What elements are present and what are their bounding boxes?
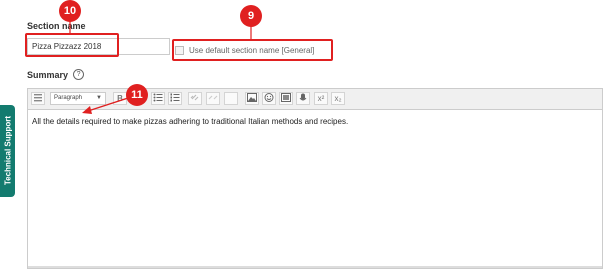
toolbar-toggle-icon[interactable] xyxy=(31,92,45,105)
numbered-list-icon[interactable] xyxy=(168,92,182,105)
editor-bottom-border xyxy=(28,266,602,268)
paragraph-select-value: Paragraph xyxy=(54,95,83,101)
summary-editor[interactable]: Paragraph ▼ B x² x₂ All the details requ… xyxy=(27,88,603,269)
annotation-badge-9: 9 xyxy=(240,5,262,27)
section-name-label: Section name xyxy=(27,21,86,31)
blank-button[interactable] xyxy=(224,92,238,105)
media-icon[interactable] xyxy=(279,92,293,105)
bold-button[interactable]: B xyxy=(113,92,127,105)
chevron-down-icon: ▼ xyxy=(96,95,102,101)
record-audio-icon[interactable] xyxy=(296,92,310,105)
unlink-icon[interactable] xyxy=(206,92,220,105)
bullet-list-icon[interactable] xyxy=(151,92,165,105)
summary-content[interactable]: All the details required to make pizzas … xyxy=(32,117,348,126)
technical-support-label: Technical Support xyxy=(3,115,13,186)
superscript-button[interactable]: x² xyxy=(314,92,328,105)
subscript-button[interactable]: x₂ xyxy=(331,92,345,105)
technical-support-tab[interactable]: Technical Support xyxy=(0,105,15,197)
emoticon-icon[interactable] xyxy=(262,92,276,105)
image-icon[interactable] xyxy=(245,92,259,105)
help-icon[interactable]: ? xyxy=(73,69,85,80)
link-icon[interactable] xyxy=(188,92,202,105)
summary-label: Summary ? xyxy=(27,69,85,80)
annotation-badge-11: 11 xyxy=(126,84,148,106)
summary-label-text: Summary xyxy=(27,69,69,80)
editor-toolbar: Paragraph ▼ B x² x₂ xyxy=(28,89,602,110)
paragraph-select[interactable]: Paragraph ▼ xyxy=(50,92,106,105)
annotation-badge-10: 10 xyxy=(59,0,81,22)
highlight-section-name xyxy=(25,33,119,57)
highlight-use-default xyxy=(172,39,333,61)
